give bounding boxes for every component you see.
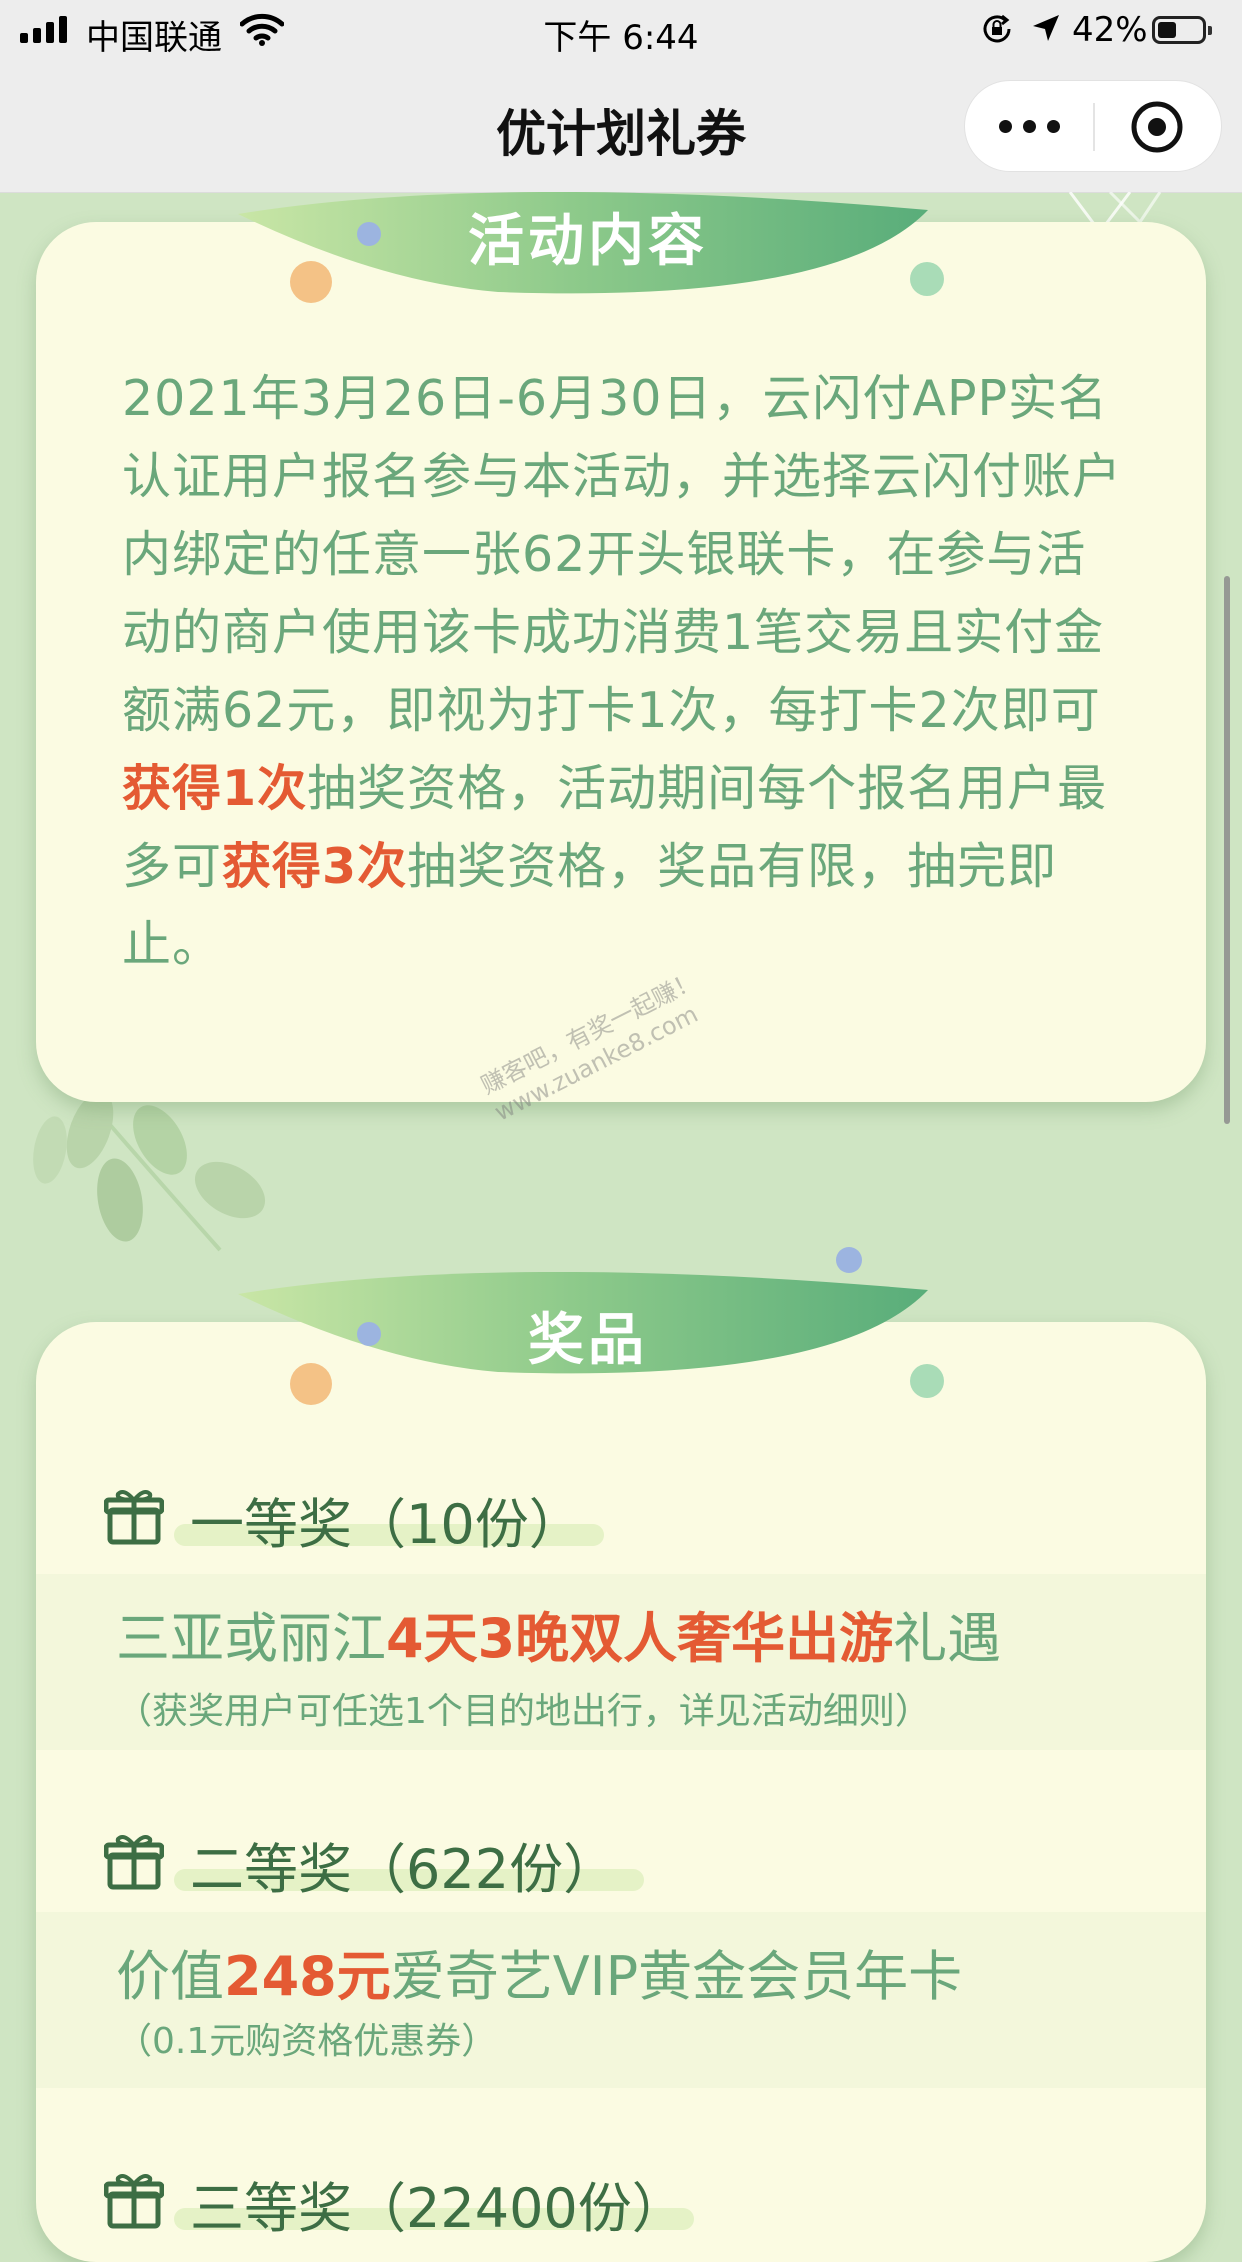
tier-label: 二等奖（622份） [190,1838,618,1901]
gift-icon [104,2174,164,2229]
prize-note: （获奖用户可任选1个目的地出行，详见活动细则） [116,1691,931,1732]
more-icon[interactable] [999,111,1061,141]
prize-detail-2: 价值248元爱奇艺VIP黄金会员年卡 （0.1元购资格优惠券） [36,1912,1206,2088]
location-icon [1030,12,1062,53]
decor-dot [910,262,944,296]
decor-dot [910,1364,944,1398]
orientation-lock-icon [980,12,1014,55]
decor-dot [290,1363,332,1405]
scrollbar[interactable] [1224,576,1230,1124]
highlight-text: 获得1次 [122,760,308,817]
tier-label: 三等奖（22400份） [190,2177,686,2240]
activity-heading: 活动内容 [468,209,708,274]
gift-icon [104,1490,164,1545]
prizes-card [36,1322,1206,2262]
activity-description: 2021年3月26日-6月30日，云闪付APP实名认证用户报名参与本活动，并选择… [122,370,1123,973]
prize-detail-1: 三亚或丽江4天3晚双人奢华出游礼遇 （获奖用户可任选1个目的地出行，详见活动细则… [36,1574,1206,1750]
capsule-divider [1093,103,1095,151]
battery-icon [1152,16,1212,44]
navigation-bar: 优计划礼券 [0,64,1242,193]
prizes-heading: 奖品 [528,1308,648,1373]
mini-program-capsule [964,80,1222,172]
prize-note: （0.1元购资格优惠券） [116,2021,498,2062]
tier-label: 一等奖（10份） [190,1493,583,1556]
highlight-text: 248元 [224,1945,391,2008]
leaf-decoration [33,1088,266,1252]
decor-dot [357,222,381,246]
decor-dot [290,261,332,303]
gift-icon [104,1835,164,1890]
highlight-text: 4天3晚双人奢华出游 [386,1607,894,1670]
status-bar: 中国联通 下午 6:44 42% [0,0,1242,64]
battery-percent: 42% [1072,10,1148,50]
close-circle-icon[interactable] [1131,101,1183,153]
decor-dot [357,1322,381,1346]
highlight-text: 获得3次 [222,838,408,895]
decor-dot [836,1247,862,1273]
